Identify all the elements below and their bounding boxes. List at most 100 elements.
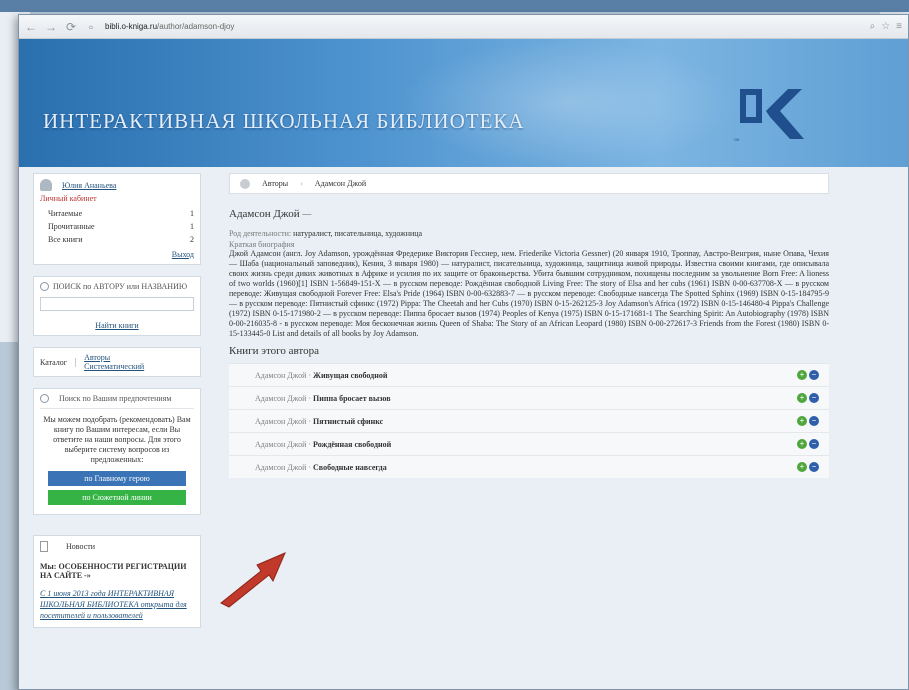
red-arrow-annotation [220, 552, 286, 608]
home-icon[interactable] [240, 178, 250, 189]
remove-book-icon[interactable]: − [809, 370, 819, 380]
find-books-button[interactable]: Найти книги [40, 321, 194, 330]
add-book-icon[interactable]: + [797, 416, 807, 426]
toolbar-right: ⌕ ☆ ≡ [870, 21, 902, 32]
stat-all-books[interactable]: Все книги 2 [40, 233, 194, 246]
stat-read[interactable]: Прочитанные 1 [40, 220, 194, 233]
book-title[interactable]: Живущая свободной [313, 371, 387, 380]
stat-label: Читаемые [48, 209, 83, 218]
logout-link[interactable]: Выход [40, 250, 194, 259]
sidebar: Юлия Ананьева Личный кабинет Читаемые 1 П… [33, 173, 201, 639]
news-label: Новости [66, 542, 96, 551]
search-input[interactable] [40, 297, 194, 311]
book-actions: + − [797, 439, 819, 449]
document-icon [40, 541, 48, 552]
selection-header-text: Поиск по Вашим предпочтениям [59, 394, 172, 403]
forward-arrow-icon[interactable]: → [45, 20, 57, 34]
activity-label: Род деятельности: [229, 229, 292, 238]
stat-reading[interactable]: Читаемые 1 [40, 207, 194, 220]
book-row[interactable]: Адамсон Джой · Пятнистый сфинкс + − [229, 409, 829, 432]
book-separator: · [308, 370, 312, 380]
book-row[interactable]: Адамсон Джой · Рождённая свободной + − [229, 432, 829, 455]
breadcrumb-separator: › [300, 179, 303, 188]
site-logo-text: ОК [734, 137, 740, 142]
breadcrumb: Авторы › Адамсон Джой [229, 173, 829, 194]
search-icon [40, 282, 49, 291]
book-actions: + − [797, 370, 819, 380]
book-author: Адамсон Джой [255, 439, 307, 449]
add-book-icon[interactable]: + [797, 462, 807, 472]
star-icon[interactable]: ☆ [881, 21, 890, 32]
main-hero-button[interactable]: по Главному герою [48, 471, 186, 486]
background-window-titlebar [0, 0, 909, 12]
catalog-row: Каталог Авторы Систематический [40, 353, 194, 371]
catalog-authors-link[interactable]: Авторы [84, 353, 144, 362]
add-book-icon[interactable]: + [797, 393, 807, 403]
author-dash: — [302, 209, 312, 219]
breadcrumb-current: Адамсон Джой [314, 179, 367, 188]
stat-count: 1 [190, 222, 194, 231]
search-label-row: ПОИСК по АВТОРУ или НАЗВАНИЮ [40, 282, 194, 291]
search-icon [40, 394, 49, 403]
news-title-link[interactable]: Мы: ОСОБЕННОСТИ РЕГИСТРАЦИИ НА САЙТЕ -» [40, 562, 194, 580]
user-name-link[interactable]: Юлия Ананьева [62, 181, 116, 190]
book-separator: · [308, 462, 312, 472]
book-row[interactable]: Адамсон Джой · Живущая свободной + − [229, 363, 829, 386]
book-title[interactable]: Пиппа бросает вызов [313, 394, 390, 403]
book-title[interactable]: Свободные навсегда [313, 463, 387, 472]
book-actions: + − [797, 393, 819, 403]
selection-text: Мы можем подобрать (рекомендовать) Вам к… [43, 415, 191, 464]
site-header: ИНТЕРАКТИВНАЯ ШКОЛЬНАЯ БИБЛИОТЕКА ОК [19, 39, 908, 167]
user-box: Юлия Ананьева Личный кабинет Читаемые 1 П… [33, 173, 201, 265]
plot-line-button[interactable]: по Сюжетной линии [48, 490, 186, 505]
book-actions: + − [797, 416, 819, 426]
url-host: bibli.o-kniga.ru [105, 22, 158, 31]
catalog-systematic-link[interactable]: Систематический [84, 362, 144, 371]
catalog-links: Авторы Систематический [84, 353, 144, 371]
book-separator: · [308, 416, 312, 426]
books-section-title: Книги этого автора [229, 345, 319, 357]
book-row[interactable]: Адамсон Джой · Свободные навсегда + − [229, 455, 829, 478]
personal-cabinet-link[interactable]: Личный кабинет [40, 194, 194, 203]
catalog-box: Каталог Авторы Систематический [33, 347, 201, 377]
activity-value: натуралист, писательница, художница [293, 229, 423, 238]
search-box: ПОИСК по АВТОРУ или НАЗВАНИЮ Найти книги [33, 276, 201, 336]
remove-book-icon[interactable]: − [809, 393, 819, 403]
stat-count: 1 [190, 209, 194, 218]
main-content: Авторы › Адамсон Джой Адамсон Джой — Род… [229, 173, 829, 478]
news-box: Новости Мы: ОСОБЕННОСТИ РЕГИСТРАЦИИ НА С… [33, 535, 201, 628]
add-book-icon[interactable]: + [797, 439, 807, 449]
book-author: Адамсон Джой [255, 393, 307, 403]
remove-book-icon[interactable]: − [809, 462, 819, 472]
book-title[interactable]: Рождённая свободной [313, 440, 391, 449]
news-body-link[interactable]: С 1 июня 2013 года ИНТЕРАКТИВНАЯ ШКОЛЬНА… [40, 588, 194, 622]
site-logo[interactable]: ОК [732, 83, 812, 143]
reload-icon[interactable]: ⟳ [65, 20, 77, 34]
stat-label: Прочитанные [48, 222, 95, 231]
add-book-icon[interactable]: + [797, 370, 807, 380]
page-body: Юлия Ананьева Личный кабинет Читаемые 1 П… [19, 167, 908, 689]
stat-count: 2 [190, 235, 194, 244]
author-biography: Джой Адамсон (англ. Joy Adamson, урождён… [229, 249, 829, 338]
author-heading: Адамсон Джой — [229, 208, 829, 220]
book-author: Адамсон Джой [255, 416, 307, 426]
site-title: ИНТЕРАКТИВНАЯ ШКОЛЬНАЯ БИБЛИОТЕКА [43, 109, 525, 133]
address-bar[interactable]: bibli.o-kniga.ru/author/adamson-djoy [105, 22, 234, 31]
browser-window: ← → ⟳ ▫ bibli.o-kniga.ru/author/adamson-… [18, 14, 909, 690]
stat-label: Все книги [48, 235, 83, 244]
book-list: Адамсон Джой · Живущая свободной + − Адамсон… [229, 363, 829, 478]
author-activity: Род деятельности: натуралист, писательни… [229, 229, 829, 239]
user-icon [40, 179, 52, 191]
book-row[interactable]: Адамсон Джой · Пиппа бросает вызов + − [229, 386, 829, 409]
breadcrumb-authors[interactable]: Авторы [262, 179, 288, 188]
menu-icon[interactable]: ≡ [896, 21, 902, 32]
book-author: Адамсон Джой [255, 462, 307, 472]
zoom-icon[interactable]: ⌕ [870, 21, 876, 32]
remove-book-icon[interactable]: − [809, 439, 819, 449]
book-author: Адамсон Джой [255, 370, 307, 380]
book-title[interactable]: Пятнистый сфинкс [313, 417, 383, 426]
remove-book-icon[interactable]: − [809, 416, 819, 426]
search-label: ПОИСК по АВТОРУ или НАЗВАНИЮ [53, 282, 188, 291]
back-arrow-icon[interactable]: ← [25, 20, 37, 34]
url-path: /author/adamson-djoy [157, 22, 235, 31]
